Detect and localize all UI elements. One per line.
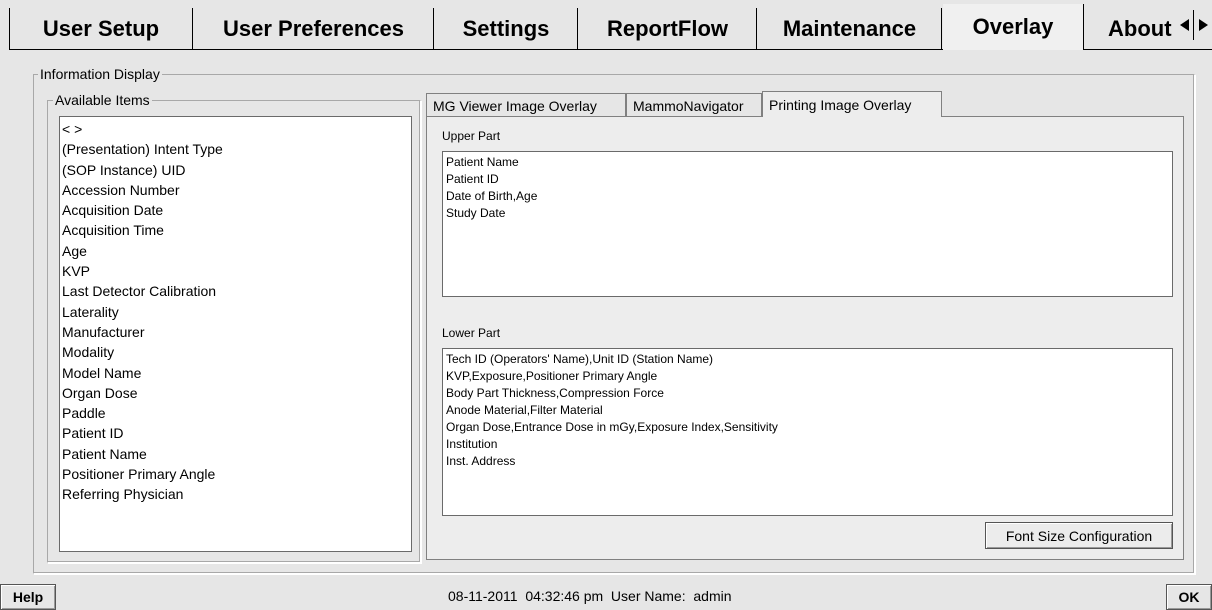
scroll-right-button[interactable] bbox=[1194, 10, 1211, 40]
list-item[interactable]: Positioner Primary Angle bbox=[62, 464, 409, 484]
list-item[interactable]: KVP,Exposure,Positioner Primary Angle bbox=[446, 368, 1169, 385]
tab-printing-image-overlay[interactable]: Printing Image Overlay bbox=[762, 91, 942, 117]
available-items-list[interactable]: < > (Presentation) Intent Type (SOP Inst… bbox=[59, 116, 412, 552]
list-item[interactable]: Patient Name bbox=[62, 444, 409, 464]
tab-mammonavigator[interactable]: MammoNavigator bbox=[626, 93, 762, 117]
tab-overlay[interactable]: Overlay bbox=[943, 4, 1084, 50]
list-item[interactable]: Manufacturer bbox=[62, 322, 409, 342]
list-item[interactable]: Acquisition Date bbox=[62, 200, 409, 220]
tab-maintenance[interactable]: Maintenance bbox=[758, 8, 942, 50]
information-display-title: Information Display bbox=[38, 66, 162, 82]
lower-part-label: Lower Part bbox=[442, 326, 501, 340]
list-item[interactable]: Patient Name bbox=[446, 154, 1169, 171]
list-item[interactable]: (Presentation) Intent Type bbox=[62, 139, 409, 159]
upper-part-list[interactable]: Patient Name Patient ID Date of Birth,Ag… bbox=[442, 151, 1173, 297]
font-size-configuration-button[interactable]: Font Size Configuration bbox=[985, 522, 1173, 549]
list-item[interactable]: Organ Dose,Entrance Dose in mGy,Exposure… bbox=[446, 419, 1169, 436]
tab-mg-viewer-image-overlay[interactable]: MG Viewer Image Overlay bbox=[426, 93, 626, 117]
status-text: 08-11-2011 04:32:46 pm User Name: admin bbox=[448, 588, 732, 604]
list-item[interactable]: Age bbox=[62, 241, 409, 261]
tab-user-preferences[interactable]: User Preferences bbox=[194, 8, 434, 50]
list-item[interactable]: Paddle bbox=[62, 403, 409, 423]
list-item[interactable]: Organ Dose bbox=[62, 383, 409, 403]
lower-part-list[interactable]: Tech ID (Operators' Name),Unit ID (Stati… bbox=[442, 348, 1173, 516]
status-bar: Help 08-11-2011 04:32:46 pm User Name: a… bbox=[0, 583, 1212, 610]
list-item[interactable]: Anode Material,Filter Material bbox=[446, 402, 1169, 419]
list-item[interactable]: Acquisition Time bbox=[62, 220, 409, 240]
tab-reportflow[interactable]: ReportFlow bbox=[579, 8, 757, 50]
list-item[interactable]: Laterality bbox=[62, 302, 409, 322]
list-item[interactable]: Patient ID bbox=[446, 171, 1169, 188]
list-item[interactable]: < > bbox=[62, 119, 409, 139]
list-item[interactable]: Patient ID bbox=[62, 423, 409, 443]
list-item[interactable]: Accession Number bbox=[62, 180, 409, 200]
tab-about[interactable]: About bbox=[1085, 8, 1176, 50]
list-item[interactable]: Body Part Thickness,Compression Force bbox=[446, 385, 1169, 402]
triangle-right-icon bbox=[1198, 19, 1208, 31]
tab-settings[interactable]: Settings bbox=[435, 8, 578, 50]
list-item[interactable]: KVP bbox=[62, 261, 409, 281]
ok-button[interactable]: OK bbox=[1166, 584, 1212, 610]
help-button[interactable]: Help bbox=[0, 584, 56, 610]
scroll-left-button[interactable] bbox=[1176, 10, 1193, 40]
list-item[interactable]: Modality bbox=[62, 342, 409, 362]
list-item[interactable]: Last Detector Calibration bbox=[62, 281, 409, 301]
upper-part-label: Upper Part bbox=[442, 129, 501, 143]
list-item[interactable]: Inst. Address bbox=[446, 453, 1169, 470]
list-item[interactable]: Institution bbox=[446, 436, 1169, 453]
triangle-left-icon bbox=[1179, 19, 1189, 31]
list-item[interactable]: Tech ID (Operators' Name),Unit ID (Stati… bbox=[446, 351, 1169, 368]
tab-scroll-arrows bbox=[1176, 10, 1212, 40]
main-tab-bar: User Setup User Preferences Settings Rep… bbox=[0, 0, 1212, 50]
tab-user-setup[interactable]: User Setup bbox=[10, 8, 193, 50]
list-item[interactable]: Model Name bbox=[62, 363, 409, 383]
tab-baseline bbox=[10, 49, 943, 50]
list-item[interactable]: Study Date bbox=[446, 205, 1169, 222]
list-item[interactable]: Date of Birth,Age bbox=[446, 188, 1169, 205]
list-item[interactable]: Referring Physician bbox=[62, 484, 409, 504]
available-items-title: Available Items bbox=[53, 92, 152, 108]
list-item[interactable]: (SOP Instance) UID bbox=[62, 160, 409, 180]
tab-baseline bbox=[1084, 49, 1212, 50]
